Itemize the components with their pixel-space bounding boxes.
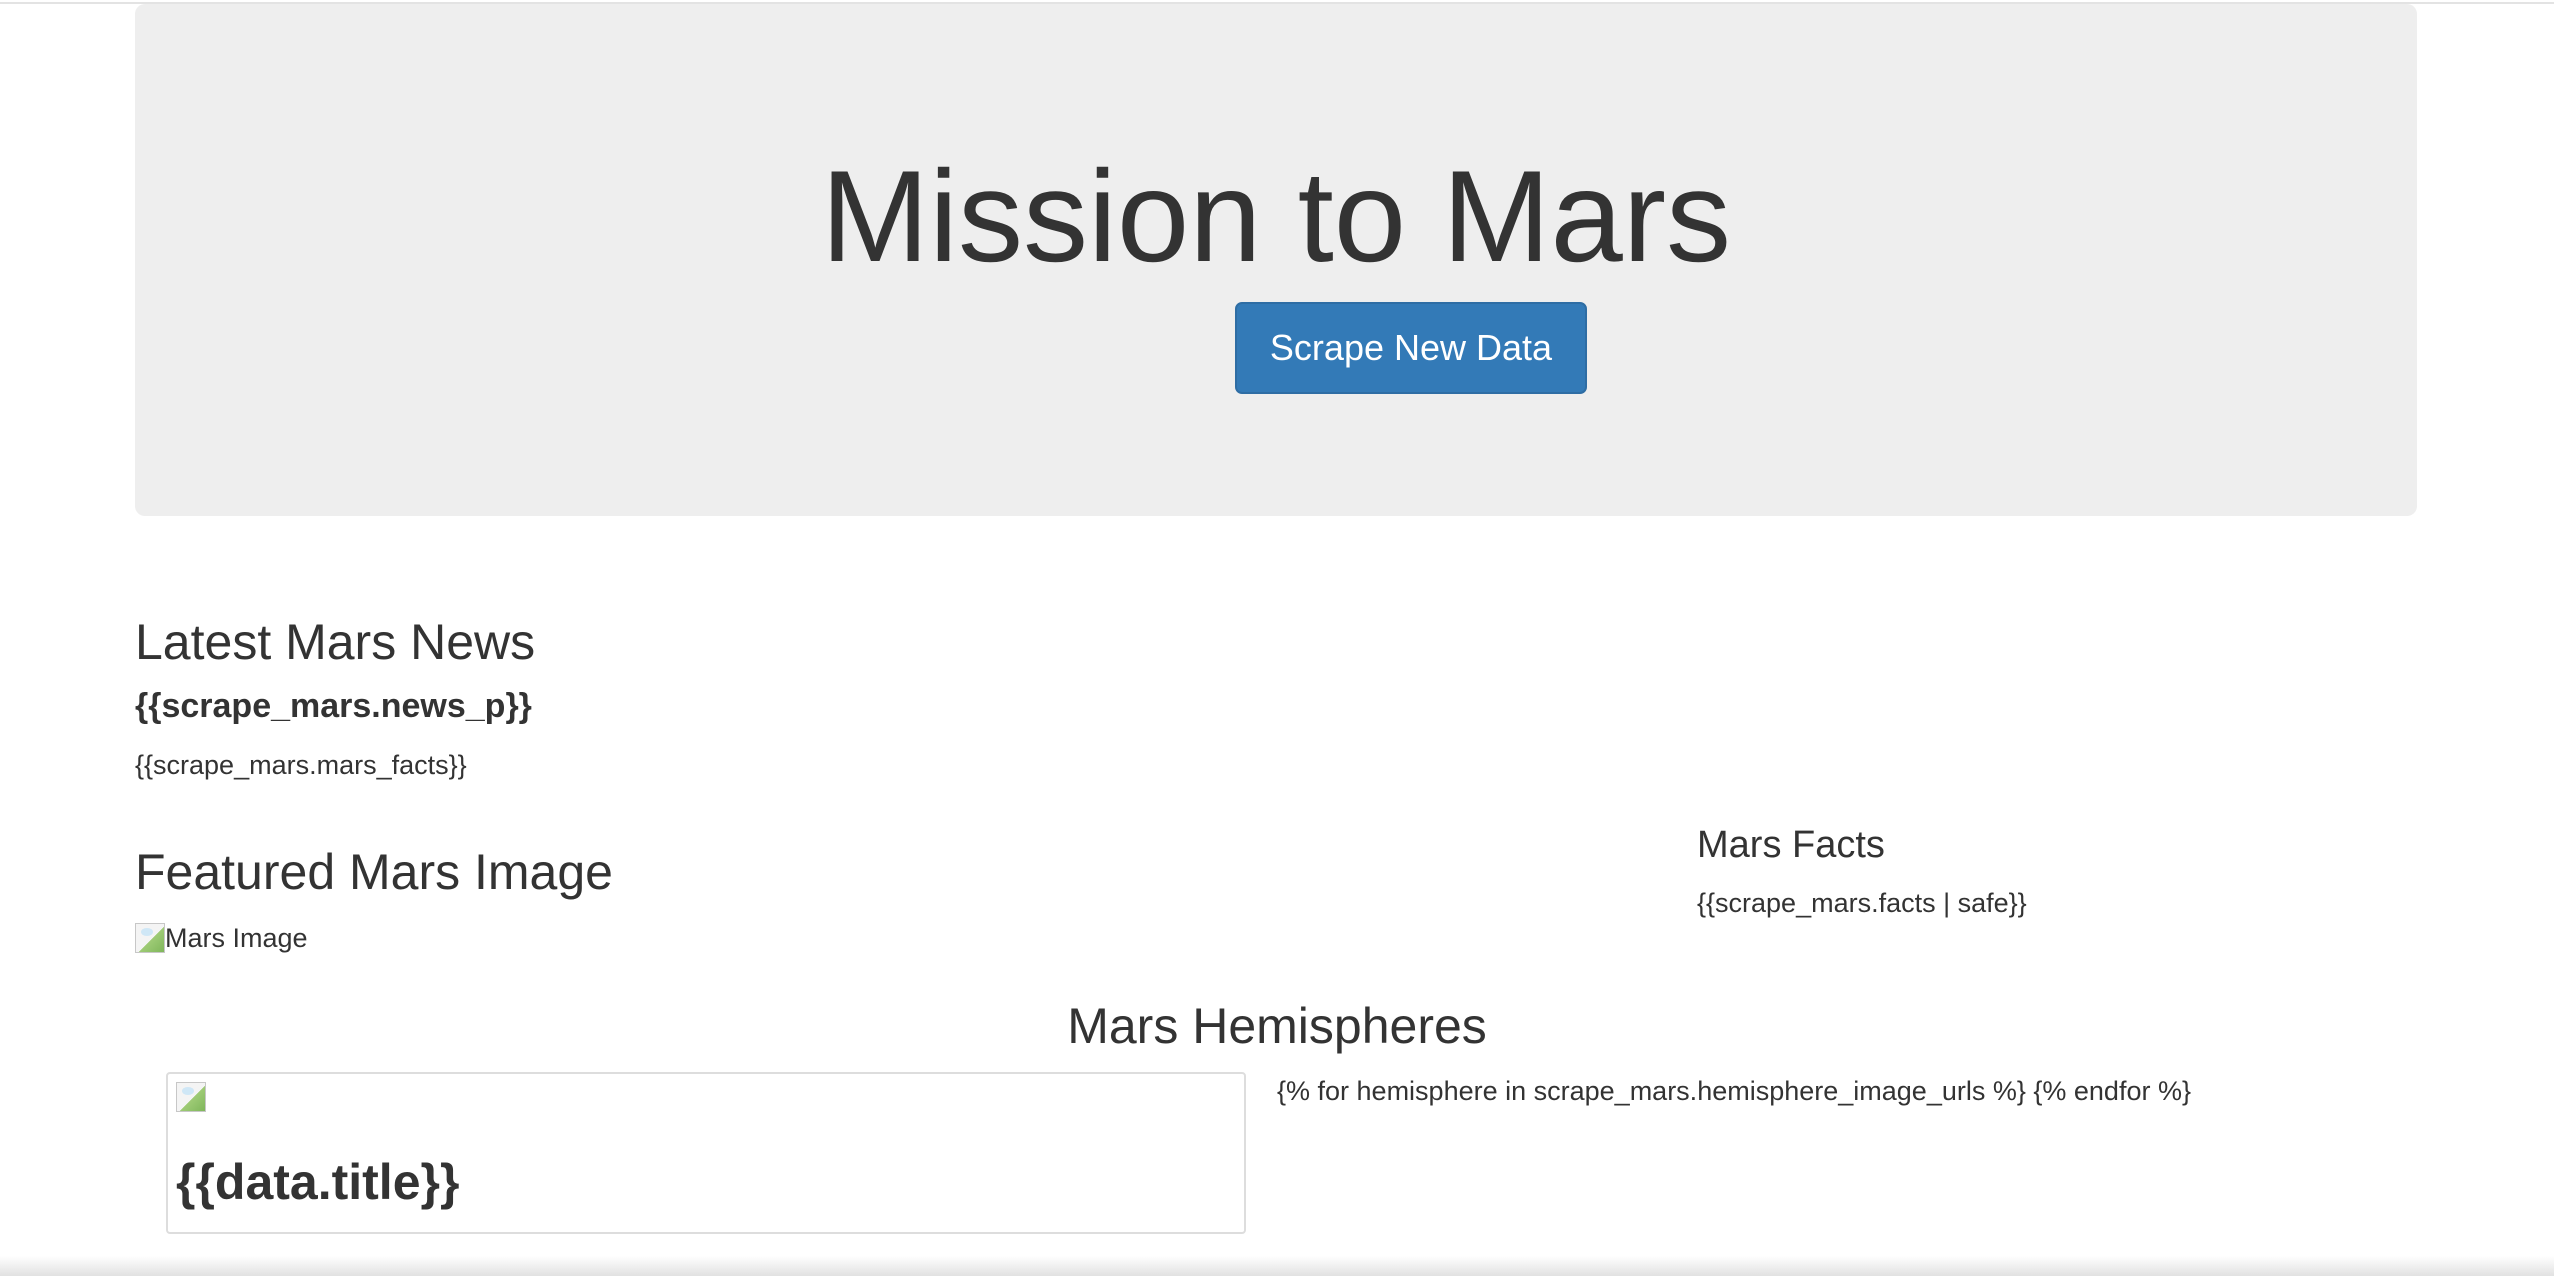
- bottom-shadow: [0, 1256, 2554, 1276]
- mars-facts-heading: Mars Facts: [1697, 824, 1885, 866]
- hemisphere-card: {{data.title}}: [166, 1072, 1246, 1234]
- featured-image-heading: Featured Mars Image: [135, 844, 613, 900]
- jumbotron: Mission to Mars Scrape New Data: [135, 4, 2417, 516]
- broken-image-icon: [176, 1082, 206, 1112]
- news-title: {{scrape_mars.news_p}}: [135, 687, 532, 725]
- hemisphere-loop-text: {% for hemisphere in scrape_mars.hemisph…: [1277, 1076, 2191, 1106]
- hemisphere-title: {{data.title}}: [176, 1154, 460, 1210]
- broken-image-icon: [135, 923, 165, 953]
- news-paragraph: {{scrape_mars.mars_facts}}: [135, 750, 467, 780]
- featured-mars-image: Mars Image: [135, 918, 308, 958]
- page-title: Mission to Mars: [820, 143, 1732, 289]
- scrape-new-data-button[interactable]: Scrape New Data: [1235, 302, 1587, 394]
- hemispheres-heading: Mars Hemispheres: [1067, 998, 1487, 1054]
- featured-image-alt: Mars Image: [165, 922, 308, 953]
- mars-facts-table: {{scrape_mars.facts | safe}}: [1697, 888, 2027, 918]
- latest-news-heading: Latest Mars News: [135, 614, 536, 670]
